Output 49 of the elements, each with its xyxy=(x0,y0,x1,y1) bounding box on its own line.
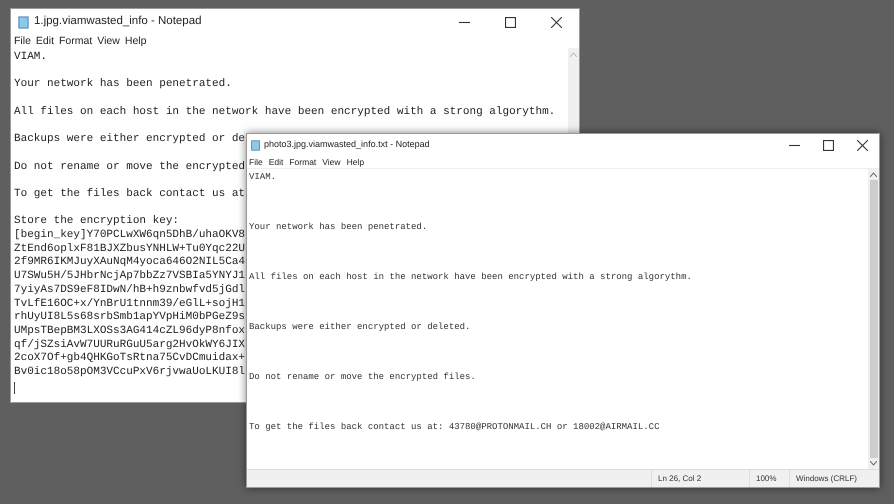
text-cursor xyxy=(14,382,15,394)
text-line: Do not rename or move the encrypted files. xyxy=(249,371,477,383)
text-line: 2coX7Of+gb4QHKGoTsRtna75CvDCmuidax+ xyxy=(14,352,246,366)
text-line: To get the files back contact us at xyxy=(14,188,246,202)
text-line: ZtEnd6oplxF81BJXZbusYNHLW+Tu0Yqc22U xyxy=(14,242,246,256)
notepad-icon xyxy=(250,140,261,150)
text-line: 7yiyAs7DS9eF8IDwN/hB+h9znbwfvd5jGdl xyxy=(14,284,246,298)
menu-item[interactable]: File xyxy=(249,158,263,166)
close-icon xyxy=(550,16,562,28)
status-text: Ln 26, Col 2 xyxy=(651,470,749,487)
text-line: qf/jSZsiAvW7UURuRGuU5arg2HvOkWY6JIX xyxy=(14,338,246,352)
menu-item[interactable]: Format xyxy=(59,36,92,47)
text-line: VIAM. xyxy=(249,171,278,183)
scrollbar[interactable] xyxy=(868,169,879,469)
text-line: VIAM. xyxy=(14,51,48,65)
text-line: UMpsTBepBM3LXOSs3AG414cZL96dyP8nfox xyxy=(14,324,246,339)
status-text: 100% xyxy=(749,470,789,487)
menu-item[interactable]: Help xyxy=(124,36,146,47)
menu-item[interactable]: Format xyxy=(289,158,316,166)
text-line: rhUyUI8L5s68srbSmb1apYVpHiM0bPGeZ9s xyxy=(14,311,246,325)
text-line: [begin_key]Y70PCLwXW6qn5DhB/uhaOKV8 xyxy=(14,229,246,243)
menu-item[interactable]: Edit xyxy=(36,36,54,47)
maximize-icon xyxy=(822,140,834,150)
menu-item[interactable]: Help xyxy=(346,158,364,166)
menu-item[interactable]: File xyxy=(14,36,31,47)
text-line: Your network has been penetrated. xyxy=(14,78,232,92)
maximize-icon xyxy=(504,16,516,28)
menu-item[interactable]: View xyxy=(97,36,120,47)
text-line: Bv0ic18o58pOM3VCcuPxV6rjvwaUoLKUI8l xyxy=(14,366,246,380)
scrollbar-thumb[interactable] xyxy=(870,180,878,458)
window-title: 1.jpg.viamwasted_info - Notepad xyxy=(34,14,202,30)
text-line: All files on each host in the network have been encrypted with a strong algorythm. xyxy=(14,106,556,120)
window-title: photo3.jpg.viamwasted_info.txt - Notepad xyxy=(264,138,430,152)
text-line: TvLfE16OC+x/YnBrU1tnnm39/eGlL+sojH1 xyxy=(14,298,246,311)
status-text: Windows (CRLF) xyxy=(789,470,879,487)
menu-item[interactable]: View xyxy=(322,158,341,166)
text-line: Do not rename or move the encrypted xyxy=(14,160,246,174)
text-line: To get the files back contact us at: 43780@PROTONMAIL.CH or 18002@AIRMAIL.CC xyxy=(249,421,660,433)
scrollbar[interactable] xyxy=(568,48,579,132)
text-line: 2f9MR6IKMJuyXAuNqM4yoca646O2NIL5Ca4 xyxy=(14,256,246,270)
text-line: Backups were either encrypted or deleted. xyxy=(249,321,472,333)
notepad-icon xyxy=(17,16,30,28)
close-icon xyxy=(856,140,868,150)
text-line: All files on each host in the network have been encrypted with a strong algorythm. xyxy=(249,271,693,283)
text-line: Store the encryption key: xyxy=(14,215,180,229)
text-line: U7SWu5H/5JHbrNcjAp7bbZz7VSBIa5YNYJ1 xyxy=(14,270,246,284)
text-line: Backups were either encrypted or de xyxy=(14,133,246,147)
text-line: Your network has been penetrated. xyxy=(249,221,428,233)
menu-item[interactable]: Edit xyxy=(268,158,284,166)
